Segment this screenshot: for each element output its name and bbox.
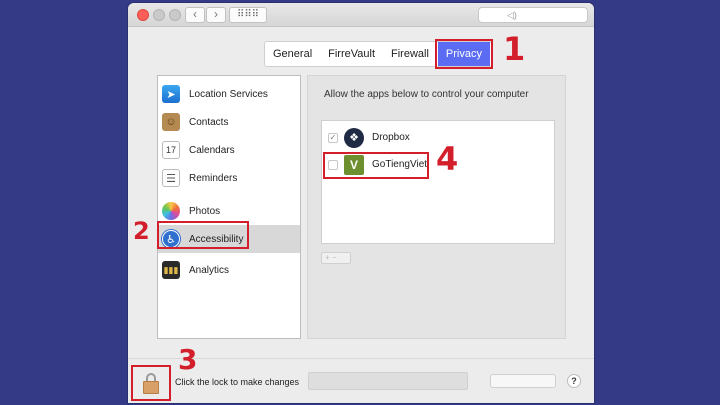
photos-flower-icon xyxy=(162,202,180,220)
speaker-icon: ◁) xyxy=(507,10,517,20)
analytics-bars-icon: ▮▮▮ xyxy=(162,261,180,279)
title-bar: ‹ › ⠿⠿⠿ ◁) xyxy=(128,3,594,27)
sidebar-item-analytics[interactable]: ▮▮▮ Analytics xyxy=(158,256,300,284)
tab-firewall[interactable]: Firewall xyxy=(383,42,437,66)
contacts-book-icon: ☺ xyxy=(162,113,180,131)
minimize-window-button[interactable] xyxy=(153,9,165,21)
bottom-bar: Click the lock to make changes ? xyxy=(128,358,594,403)
location-arrow-icon: ➤ xyxy=(162,85,180,103)
chevron-right-icon: › xyxy=(214,7,218,21)
reminders-list-icon: ☰ xyxy=(162,169,180,187)
lock-instruction-text: Click the lock to make changes xyxy=(175,377,300,387)
sidebar-item-location-services[interactable]: ➤ Location Services xyxy=(158,80,300,108)
chevron-left-icon: ‹ xyxy=(193,7,197,21)
step-number-1: 1 xyxy=(503,30,526,68)
privacy-category-list: ➤ Location Services ☺ Contacts 17 Calend… xyxy=(157,75,301,339)
advanced-placeholder-field xyxy=(308,372,468,390)
app-label: Dropbox xyxy=(372,132,410,143)
gotiengviet-icon: V xyxy=(344,154,364,175)
sidebar-item-label: Contacts xyxy=(189,116,229,128)
add-remove-buttons[interactable]: + − xyxy=(321,252,351,264)
close-window-button[interactable] xyxy=(137,9,149,21)
back-button[interactable]: ‹ xyxy=(185,7,205,23)
allow-apps-description: Allow the apps below to control your com… xyxy=(324,89,529,100)
help-button[interactable]: ? xyxy=(567,374,581,388)
sidebar-item-label: Calendars xyxy=(189,144,235,156)
step-number-3: 3 xyxy=(178,343,198,376)
sidebar-item-label: Location Services xyxy=(189,88,268,100)
tab-general[interactable]: General xyxy=(265,42,320,66)
app-list: ✓ ❖ Dropbox V GoTiengViet xyxy=(321,120,555,244)
sidebar-item-contacts[interactable]: ☺ Contacts xyxy=(158,108,300,136)
accessibility-person-icon: ♿ xyxy=(162,230,180,248)
gotiengviet-checkbox[interactable] xyxy=(328,159,338,170)
step-number-4: 4 xyxy=(436,140,459,178)
sidebar-item-accessibility[interactable]: ♿ Accessibility xyxy=(158,225,300,253)
zoom-window-button[interactable] xyxy=(169,9,181,21)
app-label: GoTiengViet xyxy=(372,159,428,170)
sidebar-item-label: Reminders xyxy=(189,172,238,184)
show-all-button[interactable]: ⠿⠿⠿ xyxy=(229,7,267,23)
lock-icon xyxy=(143,381,159,394)
dropbox-icon: ❖ xyxy=(344,127,364,148)
tab-bar: General FirreVault Firewall Privacy xyxy=(264,39,493,69)
dropbox-checkbox[interactable]: ✓ xyxy=(328,132,338,143)
forward-button[interactable]: › xyxy=(206,7,226,23)
grid-icon: ⠿⠿⠿ xyxy=(237,9,259,20)
advanced-button[interactable] xyxy=(490,374,556,388)
calendar-icon: 17 xyxy=(162,141,180,159)
sidebar-item-label: Accessibility xyxy=(189,233,244,245)
step-number-2: 2 xyxy=(133,217,150,245)
sidebar-item-label: Photos xyxy=(189,205,221,217)
lock-button[interactable] xyxy=(131,365,171,401)
sidebar-item-reminders[interactable]: ☰ Reminders xyxy=(158,164,300,192)
accessibility-detail-pane: Allow the apps below to control your com… xyxy=(307,75,566,339)
tab-filevault[interactable]: FirreVault xyxy=(320,42,383,66)
sidebar-item-label: Analytics xyxy=(189,264,230,276)
search-field[interactable]: ◁) xyxy=(478,7,588,23)
sidebar-item-photos[interactable]: Photos xyxy=(158,197,300,225)
sidebar-item-calendars[interactable]: 17 Calendars xyxy=(158,136,300,164)
tab-privacy[interactable]: Privacy xyxy=(434,39,493,69)
